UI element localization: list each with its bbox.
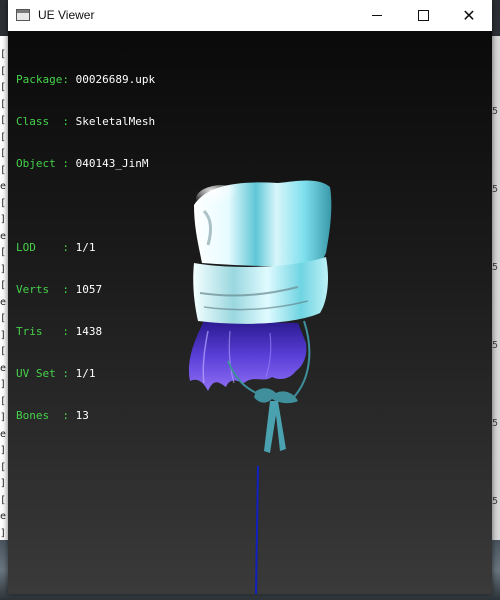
bone-line [255, 465, 259, 594]
minimize-button[interactable] [354, 0, 400, 31]
3d-viewport[interactable]: Package: 00026689.upk Class : SkeletalMe… [8, 31, 492, 594]
background-glyph: e [0, 230, 7, 242]
background-glyph: ] [0, 329, 7, 341]
background-glyph: [ [0, 131, 7, 143]
ue-viewer-window: UE Viewer ✕ Package: 00026689.upk Class … [8, 0, 492, 594]
background-glyph: [ [0, 98, 7, 110]
background-glyph: e [0, 181, 7, 192]
minimize-icon [372, 15, 382, 16]
background-glyph: [ [0, 197, 7, 209]
close-button[interactable]: ✕ [446, 0, 492, 31]
background-console-window: [[[[[[[[e[]e[][e[][e][]e][][e][e] [0, 36, 8, 600]
skeletal-mesh-render [188, 180, 332, 594]
ribbon-tails [264, 401, 286, 453]
background-glyph: [ [0, 65, 7, 77]
background-glyph: ] [0, 214, 7, 225]
background-window-edge: 5 5 5 5 5 5 [492, 36, 500, 600]
hat-band [193, 257, 328, 324]
background-glyph: 5 [492, 106, 499, 117]
window-title: UE Viewer [38, 8, 95, 22]
background-glyph: 5 [492, 496, 499, 507]
window-app-icon[interactable] [16, 9, 30, 21]
maximize-button[interactable] [400, 0, 446, 31]
background-glyph: 5 [492, 418, 499, 429]
background-glyph: [ [0, 148, 7, 159]
background-glyph: [ [0, 247, 7, 258]
background-glyph: ] [0, 445, 7, 456]
background-glyph: ] [0, 379, 7, 390]
background-glyph: [ [0, 164, 7, 176]
background-glyph: [ [0, 346, 7, 357]
background-glyph: ] [0, 263, 7, 275]
background-glyph: [ [0, 494, 7, 506]
background-glyph: e [0, 362, 7, 374]
background-glyph: ] [0, 412, 7, 423]
background-glyph: [ [0, 82, 7, 93]
background-glyph: [ [0, 49, 7, 60]
background-glyph: e [0, 511, 7, 522]
background-glyph: [ [0, 313, 7, 324]
background-glyph: [ [0, 280, 7, 291]
title-bar[interactable]: UE Viewer ✕ [8, 0, 492, 31]
background-glyph: [ [0, 395, 7, 407]
background-glyph: [ [0, 461, 7, 473]
background-glyph: [ [0, 115, 7, 126]
hair-mesh [188, 321, 307, 391]
background-glyph: ] [0, 478, 7, 489]
background-glyph: 5 [492, 184, 499, 195]
background-glyph: 5 [492, 340, 499, 351]
background-glyph: e [0, 296, 7, 308]
maximize-icon [417, 10, 429, 21]
background-glyph: 5 [492, 262, 499, 273]
background-glyph: ] [0, 527, 7, 539]
close-icon: ✕ [462, 5, 476, 25]
ribbon-bow [254, 388, 298, 404]
background-glyph: e [0, 428, 7, 440]
